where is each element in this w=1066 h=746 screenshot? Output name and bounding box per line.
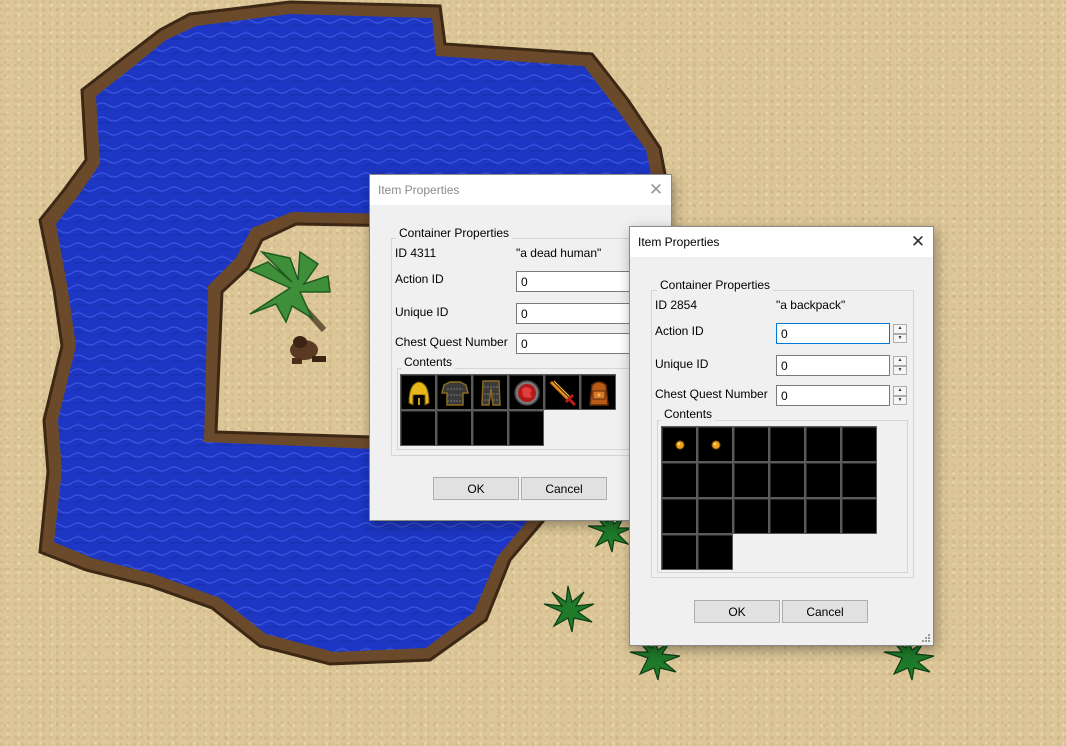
unique-id-label: Unique ID bbox=[655, 357, 709, 371]
container-slot[interactable] bbox=[400, 374, 436, 410]
container-slot[interactable] bbox=[436, 374, 472, 410]
item-name-label: "a dead human" bbox=[516, 246, 602, 260]
container-slot[interactable] bbox=[508, 374, 544, 410]
unique-id-spinner[interactable]: ▲ ▼ bbox=[893, 356, 907, 375]
action-id-input[interactable] bbox=[776, 323, 890, 344]
container-slot[interactable] bbox=[733, 426, 769, 462]
container-slot[interactable] bbox=[436, 410, 472, 446]
gold-coin-icon bbox=[675, 440, 685, 450]
dead-human-sprite bbox=[290, 336, 326, 364]
contents-label: Contents bbox=[661, 407, 716, 421]
container-slot[interactable] bbox=[697, 498, 733, 534]
container-slot[interactable] bbox=[769, 426, 805, 462]
item-properties-dialog-backpack[interactable]: Item Properties ✕ Container Properties I… bbox=[629, 226, 934, 646]
ok-button[interactable]: OK bbox=[694, 600, 780, 623]
container-slot[interactable] bbox=[769, 498, 805, 534]
spin-up-icon[interactable]: ▲ bbox=[893, 386, 907, 396]
close-icon[interactable]: ✕ bbox=[903, 227, 933, 257]
container-slot[interactable] bbox=[733, 498, 769, 534]
container-properties-label: Container Properties bbox=[657, 278, 774, 292]
container-properties-label: Container Properties bbox=[396, 226, 513, 240]
container-slot[interactable] bbox=[805, 462, 841, 498]
container-slot[interactable] bbox=[472, 374, 508, 410]
spin-down-icon[interactable]: ▼ bbox=[893, 395, 907, 405]
item-name-label: "a backpack" bbox=[776, 298, 846, 312]
contents-grid bbox=[400, 374, 616, 446]
container-slot[interactable] bbox=[661, 462, 697, 498]
dialog-titlebar[interactable]: Item Properties ✕ bbox=[370, 175, 671, 205]
resize-grip-icon[interactable] bbox=[921, 633, 931, 643]
chain-legs-icon bbox=[481, 380, 501, 406]
container-slot[interactable] bbox=[805, 498, 841, 534]
spin-up-icon[interactable]: ▲ bbox=[893, 324, 907, 334]
spin-down-icon[interactable]: ▼ bbox=[893, 365, 907, 375]
action-id-input[interactable] bbox=[516, 271, 630, 292]
container-slot[interactable] bbox=[697, 426, 733, 462]
golden-helmet-icon bbox=[408, 381, 430, 406]
container-slot[interactable] bbox=[544, 374, 580, 410]
spin-up-icon[interactable]: ▲ bbox=[893, 356, 907, 366]
round-shield-icon bbox=[514, 380, 540, 406]
close-icon[interactable]: ✕ bbox=[641, 175, 671, 205]
contents-label: Contents bbox=[401, 355, 456, 369]
item-id-label: ID 4311 bbox=[395, 246, 437, 260]
container-slot[interactable] bbox=[661, 498, 697, 534]
unique-id-label: Unique ID bbox=[395, 305, 449, 319]
unique-id-input[interactable] bbox=[516, 303, 630, 324]
container-slot[interactable] bbox=[661, 534, 697, 570]
container-slot[interactable] bbox=[841, 426, 877, 462]
small-palm-icon bbox=[543, 585, 595, 633]
ok-button[interactable]: OK bbox=[433, 477, 519, 500]
container-slot[interactable] bbox=[733, 462, 769, 498]
container-slot[interactable] bbox=[508, 410, 544, 446]
dialog-title: Item Properties bbox=[638, 235, 720, 249]
chain-armor-icon bbox=[441, 381, 469, 406]
container-slot[interactable] bbox=[697, 462, 733, 498]
action-id-label: Action ID bbox=[655, 324, 704, 338]
chest-quest-number-input[interactable] bbox=[776, 385, 890, 406]
item-id-label: ID 2854 bbox=[655, 298, 698, 312]
action-id-spinner[interactable]: ▲ ▼ bbox=[893, 324, 907, 343]
palm-tree-icon bbox=[248, 250, 331, 333]
chest-quest-number-spinner[interactable]: ▲ ▼ bbox=[893, 386, 907, 405]
chest-quest-number-label: Chest Quest Number bbox=[395, 335, 508, 349]
container-slot[interactable] bbox=[697, 534, 733, 570]
dialog-titlebar[interactable]: Item Properties ✕ bbox=[630, 227, 933, 257]
contents-grid bbox=[661, 426, 877, 570]
dialog-title: Item Properties bbox=[378, 183, 460, 197]
item-properties-dialog-corpse[interactable]: Item Properties ✕ Container Properties I… bbox=[369, 174, 672, 521]
container-slot[interactable] bbox=[769, 462, 805, 498]
spin-down-icon[interactable]: ▼ bbox=[893, 333, 907, 343]
action-id-label: Action ID bbox=[395, 272, 444, 286]
container-slot[interactable] bbox=[661, 426, 697, 462]
gold-coin-icon bbox=[711, 440, 721, 450]
cancel-button[interactable]: Cancel bbox=[782, 600, 868, 623]
container-slot[interactable] bbox=[841, 498, 877, 534]
container-slot[interactable] bbox=[841, 462, 877, 498]
cancel-button[interactable]: Cancel bbox=[521, 477, 607, 500]
container-slot[interactable] bbox=[472, 410, 508, 446]
unique-id-input[interactable] bbox=[776, 355, 890, 376]
chest-quest-number-input[interactable] bbox=[516, 333, 630, 354]
backpack-icon bbox=[589, 381, 609, 406]
container-slot[interactable] bbox=[580, 374, 616, 410]
fire-sword-icon bbox=[549, 380, 577, 407]
container-slot[interactable] bbox=[805, 426, 841, 462]
chest-quest-number-label: Chest Quest Number bbox=[655, 387, 768, 401]
container-slot[interactable] bbox=[400, 410, 436, 446]
